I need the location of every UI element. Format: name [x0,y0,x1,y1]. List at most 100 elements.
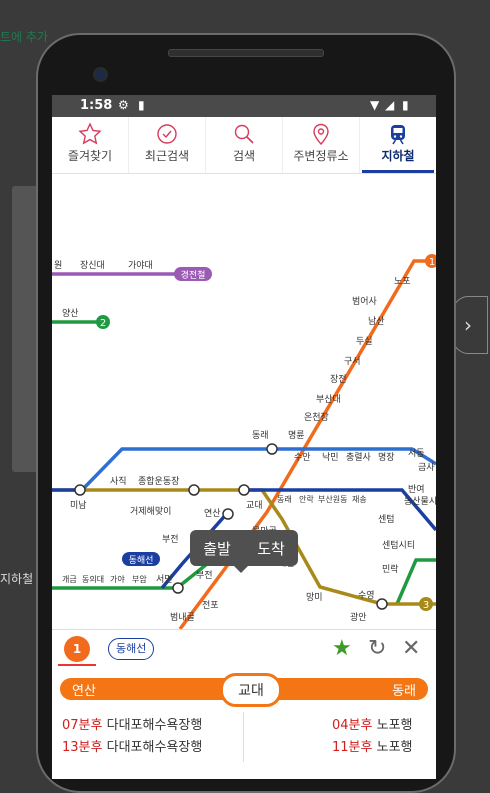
station-label: 온천장 [304,412,329,423]
depart-button[interactable]: 출발 [203,538,231,559]
station-label: 명장 [378,452,395,463]
arrival-minutes: 04분후 [332,718,373,733]
tab-recent[interactable]: 최근검색 [129,117,206,173]
station-label: 미남 [70,500,87,511]
station-gyodae[interactable] [238,484,250,496]
status-bar: 1:58 ⚙ ▮ ▼ ◢ ▮ [52,95,436,117]
arrival-minutes: 11분후 [332,740,373,755]
next-station[interactable]: 동래 [392,680,416,699]
arrival-destination: 노포행 [376,740,413,755]
direction-divider [243,712,244,762]
search-icon [232,121,256,147]
station-label: 부전 [196,570,213,581]
subway-icon [386,121,410,147]
station-label: 반여 [408,483,425,495]
station-label: 장신대 [80,260,105,271]
tab-label: 지하철 [381,149,415,163]
station-label: 수안 [294,452,311,463]
station-action-popup: 출발 도착 [190,530,298,573]
station-label: 교대 [246,500,263,511]
line-2-path-east [395,558,436,605]
station-label: 농산물시 [404,496,436,507]
station-label: 사직 [110,476,127,487]
line-1-number: 1 [429,257,435,268]
station-label: 장전 [330,374,347,385]
sd-card-icon: ▮ [138,98,145,112]
tab-favorites[interactable]: 즐겨찾기 [52,117,129,173]
arrival-panel: 1 동해선 ★ ↻ ✕ 연산 교대 동래 07분후 다대포해수욕장행 13분후 … [52,629,436,779]
arrive-button[interactable]: 도착 [257,538,285,559]
station-label: 금사 [418,462,435,473]
station-dongnae[interactable] [266,443,278,455]
tab-subway[interactable]: 지하철 [360,117,436,173]
tab-bar: 즐겨찾기 최근검색 검색 주변정류소 지하철 [52,117,436,174]
line-2-number: 2 [100,318,106,329]
station-label: 센텀 [378,513,395,525]
phone-camera [93,67,108,82]
location-pin-icon [309,121,333,147]
station-label: 거제해맞이 [130,505,171,517]
check-circle-icon [155,121,179,147]
donghae-line-selector[interactable]: 동해선 [108,638,155,660]
arrival-minutes: 07분후 [62,718,103,733]
station-suyeong[interactable] [376,598,388,610]
station-label: 범내골 [170,612,195,623]
station-label: 동의대 [82,574,104,584]
station-label: 부전 [162,534,179,545]
station-direction-strip: 연산 교대 동래 [60,673,428,707]
line-3-number: 3 [423,600,429,611]
station-yeonsan[interactable] [222,508,234,520]
tab-label: 최근검색 [144,149,190,163]
station-label: 구서 [344,356,361,367]
wifi-icon: ▼ [370,98,380,112]
gyeongjeon-label: 경전철 [181,269,206,281]
station-label: 전포 [202,600,219,611]
station-label: 부산원동 [318,494,347,504]
close-icon[interactable]: ✕ [402,636,420,661]
station-label: 두실 [356,336,373,347]
arrival-destination: 다대포해수욕장행 [106,740,203,755]
arrival-destination: 노포행 [376,718,413,733]
tab-label: 주변정류소 [293,149,349,163]
arrival-right-2: 11분후 노포행 [332,736,413,755]
station-label: 원 [54,260,62,271]
station-label: 명륜 [288,430,305,441]
station-seomyeon[interactable] [172,582,184,594]
station-label: 수영 [358,590,375,601]
star-icon [78,121,102,147]
phone-speaker [168,49,324,57]
subway-map[interactable]: 경전철 2 1 3 원 장신대 가야대 양산 노포 범어사 남산 두실 구서 장… [52,174,436,631]
prev-station[interactable]: 연산 [72,680,96,699]
tab-search[interactable]: 검색 [206,117,283,173]
background-card [12,186,38,472]
tab-label: 검색 [232,149,256,163]
favorite-star-icon[interactable]: ★ [332,636,352,661]
line-1-selector[interactable]: 1 [64,636,90,662]
station-label: 센텀시티 [382,539,415,551]
station-minam[interactable] [74,484,86,496]
station-label: 재송 [352,495,367,504]
station-label: 서동 [408,448,425,459]
arrival-minutes: 13분후 [62,740,103,755]
station-label: 낙민 [322,452,339,463]
station-label: 양산 [62,308,79,319]
arrival-right-1: 04분후 노포행 [332,714,413,733]
station-sajik[interactable] [188,484,200,496]
station-label: 개금 [62,574,77,584]
station-label: 부암 [132,574,147,584]
station-label: 종합운동장 [138,476,179,487]
current-station: 교대 [220,673,282,707]
tab-label: 즐겨찾기 [67,149,113,163]
tab-nearby[interactable]: 주변정류소 [283,117,360,173]
station-label: 망미 [306,592,323,603]
station-label: 서면 [156,574,173,585]
station-label: 가야 [110,574,125,584]
station-label: 동래 [277,495,292,504]
refresh-icon[interactable]: ↻ [368,636,386,661]
donghae-map-label: 동해선 [129,555,154,566]
arrival-left-2: 13분후 다대포해수욕장행 [62,736,202,755]
signal-icon: ◢ [385,98,395,112]
arrival-destination: 다대포해수욕장행 [106,718,203,733]
station-label: 가야대 [128,260,153,271]
settings-gear-icon: ⚙ [118,98,129,112]
